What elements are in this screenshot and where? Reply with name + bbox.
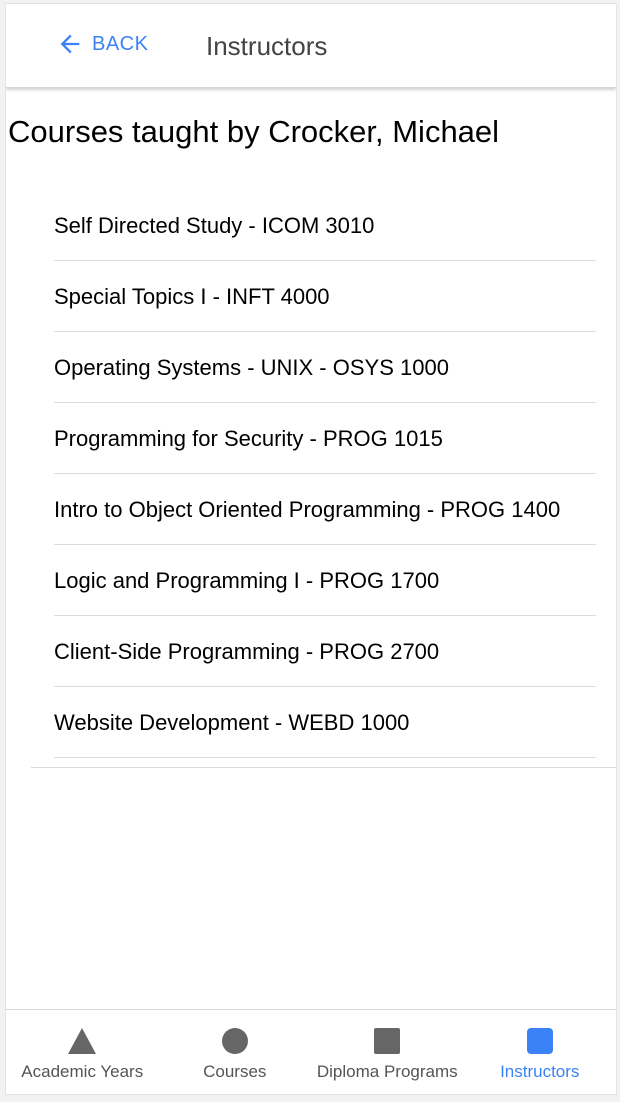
tab-diploma-programs[interactable]: Diploma Programs xyxy=(311,1010,464,1094)
course-item[interactable]: Operating Systems - UNIX - OSYS 1000 xyxy=(54,332,596,403)
tab-label: Diploma Programs xyxy=(316,1062,458,1081)
course-item[interactable]: Intro to Object Oriented Programming - P… xyxy=(54,474,596,545)
square-icon xyxy=(374,1028,401,1054)
tab-bar: Academic Years Courses Diploma Programs … xyxy=(6,1009,616,1094)
back-label: BACK xyxy=(92,32,149,55)
triangle-icon xyxy=(68,1028,97,1054)
top-bar: BACK Instructors xyxy=(6,4,616,88)
course-item[interactable]: Client-Side Programming - PROG 2700 xyxy=(54,616,596,687)
list-divider xyxy=(31,767,616,768)
course-item[interactable]: Logic and Programming I - PROG 1700 xyxy=(54,545,596,616)
tab-label: Instructors xyxy=(500,1062,580,1081)
course-list: Self Directed Study - ICOM 3010 Special … xyxy=(54,190,596,758)
course-item[interactable]: Programming for Security - PROG 1015 xyxy=(54,403,596,474)
rounded-square-icon xyxy=(526,1028,553,1054)
tab-academic-years[interactable]: Academic Years xyxy=(6,1010,159,1094)
course-item[interactable]: Self Directed Study - ICOM 3010 xyxy=(54,190,596,261)
course-item[interactable]: Website Development - WEBD 1000 xyxy=(54,687,596,758)
page-title: Instructors xyxy=(206,31,328,61)
app-window: BACK Instructors Courses taught by Crock… xyxy=(5,3,617,1095)
tab-instructors[interactable]: Instructors xyxy=(464,1010,617,1094)
arrow-left-icon xyxy=(60,34,80,54)
tab-label: Courses xyxy=(203,1062,267,1081)
tab-label: Academic Years xyxy=(21,1062,144,1081)
back-button[interactable]: BACK xyxy=(56,30,148,58)
tab-courses[interactable]: Courses xyxy=(159,1010,312,1094)
circle-icon xyxy=(221,1028,248,1054)
course-item[interactable]: Special Topics I - INFT 4000 xyxy=(54,261,596,332)
section-heading: Courses taught by Crocker, Michael xyxy=(8,114,500,149)
